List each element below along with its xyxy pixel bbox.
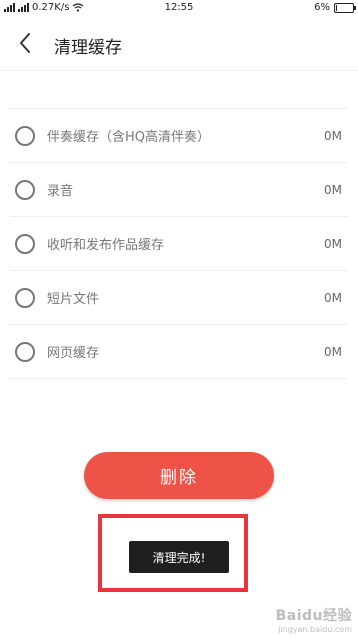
status-bar: 0.27K/s 12:55 6%	[0, 0, 358, 16]
item-label: 伴奏缓存（含HQ高清伴奏）	[47, 130, 211, 145]
list-item-recording[interactable]: 录音 0M	[10, 163, 348, 217]
back-button[interactable]	[10, 28, 40, 58]
item-size: 0M	[324, 128, 342, 143]
list-item-accompaniment[interactable]: 伴奏缓存（含HQ高清伴奏） 0M	[10, 109, 348, 163]
toast-message: 清理完成!	[129, 541, 229, 573]
radio-button[interactable]	[15, 341, 35, 362]
list-item-webpage[interactable]: 网页缓存 0M	[10, 325, 348, 379]
watermark: Baidu经验 jingyan.baidu.com	[276, 605, 352, 634]
item-size: 0M	[324, 236, 342, 251]
status-time: 12:55	[164, 2, 194, 13]
battery-percent: 6%	[314, 2, 330, 13]
battery-icon	[334, 2, 356, 13]
item-label: 短片文件	[47, 292, 100, 307]
item-size: 0M	[324, 290, 342, 305]
app-header: 清理缓存	[0, 16, 358, 71]
radio-button[interactable]	[15, 287, 35, 308]
radio-button[interactable]	[15, 125, 35, 146]
list-item-works[interactable]: 收听和发布作品缓存 0M	[10, 217, 348, 271]
item-label: 收听和发布作品缓存	[47, 238, 165, 253]
radio-button[interactable]	[15, 233, 35, 254]
watermark-logo: Baidu经验	[275, 608, 352, 624]
battery-fill	[336, 4, 337, 11]
page-title: 清理缓存	[54, 38, 122, 58]
item-size: 0M	[324, 182, 342, 197]
list-item-clips[interactable]: 短片文件 0M	[10, 271, 348, 325]
item-label: 网页缓存	[47, 346, 100, 361]
item-label: 录音	[47, 184, 74, 199]
delete-button[interactable]: 删除	[84, 452, 274, 499]
watermark-url: jingyan.baidu.com	[278, 625, 352, 634]
status-right: 6%	[314, 2, 356, 13]
radio-button[interactable]	[15, 179, 35, 200]
item-size: 0M	[324, 344, 342, 359]
chevron-left-icon	[20, 33, 30, 53]
cache-list: 伴奏缓存（含HQ高清伴奏） 0M 录音 0M 收听和发布作品缓存 0M 短片文件…	[10, 108, 348, 379]
